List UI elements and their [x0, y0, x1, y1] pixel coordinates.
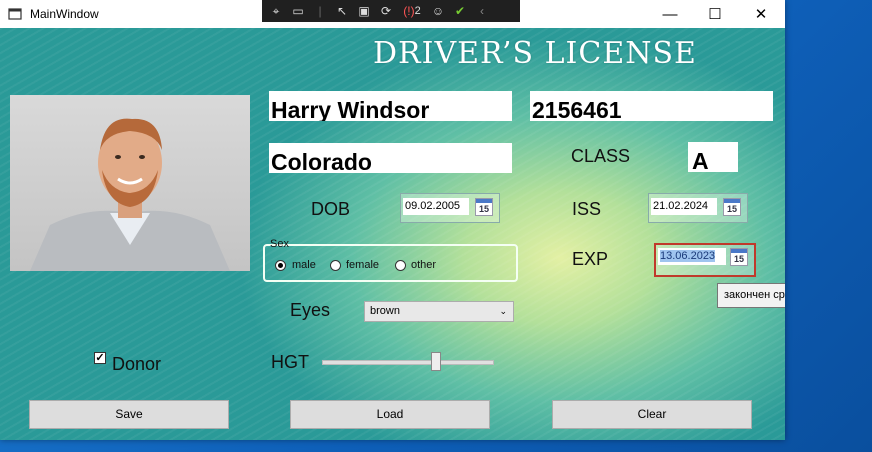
- radio-male[interactable]: [275, 260, 286, 271]
- eyes-select[interactable]: brown ⌄: [364, 301, 514, 322]
- sex-legend: Sex: [270, 238, 289, 250]
- binding-errors-icon[interactable]: (!) 2: [400, 4, 424, 18]
- iss-label: ISS: [572, 199, 602, 219]
- chevron-down-icon: ⌄: [499, 306, 507, 316]
- calendar-icon[interactable]: 15: [475, 198, 493, 216]
- iss-input[interactable]: 21.02.2024: [651, 198, 717, 215]
- class-label: CLASS: [571, 146, 631, 166]
- hot-reload-icon[interactable]: ⟳: [378, 4, 394, 18]
- calendar-icon[interactable]: 15: [730, 248, 748, 266]
- portrait-illustration: [30, 118, 230, 271]
- exp-input-selected-text: 13.06.2023: [660, 250, 716, 262]
- calendar-icon[interactable]: 15: [723, 198, 741, 216]
- minimize-button[interactable]: —: [647, 0, 693, 28]
- donor-checkbox[interactable]: ✓: [94, 352, 106, 364]
- debug-toolbar: ⌖ ▭ | ↖ ▣ ⟳ (!) 2 ☺ ✔ ‹: [262, 0, 520, 22]
- load-button[interactable]: Load: [290, 400, 490, 429]
- close-icon: ✕: [754, 6, 768, 23]
- validation-tooltip: закончен срок действия: [717, 283, 785, 308]
- license-number-field[interactable]: 2156461: [530, 91, 773, 121]
- radio-male-label: male: [292, 259, 316, 271]
- maximize-icon: ☐: [708, 6, 722, 23]
- iss-datepicker[interactable]: 21.02.2024 15: [648, 193, 748, 223]
- dob-label: DOB: [311, 199, 351, 219]
- eyes-select-value: brown: [370, 305, 400, 317]
- donor-label: Donor: [112, 354, 162, 374]
- binding-errors-count: 2: [414, 5, 421, 17]
- hgt-label: HGT: [271, 352, 309, 372]
- license-form: DRIVER’S LICENSE Harry Windsor 2156461 C…: [0, 28, 785, 440]
- app-icon: [8, 8, 22, 20]
- exp-input[interactable]: 13.06.2023: [658, 248, 726, 265]
- name-field[interactable]: Harry Windsor: [269, 91, 512, 121]
- check-icon[interactable]: ✔: [452, 4, 468, 18]
- close-button[interactable]: ✕: [738, 0, 784, 28]
- radio-female[interactable]: [330, 260, 341, 271]
- height-slider-track[interactable]: [322, 360, 494, 365]
- main-window: MainWindow — ☐ ✕ ⌖ ▭ | ↖ ▣ ⟳ (!) 2 ☺ ✔ ‹ …: [0, 0, 785, 440]
- accessibility-icon[interactable]: ☺: [430, 4, 446, 18]
- license-heading: DRIVER’S LICENSE: [373, 36, 697, 71]
- frame-icon[interactable]: ▣: [356, 4, 372, 18]
- exp-datepicker[interactable]: 13.06.2023 15: [654, 243, 756, 277]
- height-slider-thumb[interactable]: [431, 352, 441, 371]
- radio-female-label: female: [346, 259, 380, 271]
- radio-other[interactable]: [395, 260, 406, 271]
- eyes-label: Eyes: [290, 300, 331, 320]
- class-field[interactable]: A: [688, 142, 738, 172]
- minimize-icon: —: [662, 5, 678, 23]
- collapse-icon[interactable]: ‹: [474, 4, 490, 18]
- dob-input[interactable]: 09.02.2005: [403, 198, 469, 215]
- separator-icon: |: [318, 4, 322, 18]
- save-button[interactable]: Save: [29, 400, 229, 429]
- radio-other-label: other: [411, 259, 437, 271]
- portrait-photo: [10, 95, 250, 271]
- video-icon[interactable]: ▭: [290, 4, 306, 18]
- select-element-icon[interactable]: ⌖: [268, 4, 284, 18]
- clear-button[interactable]: Clear: [552, 400, 752, 429]
- pointer-icon[interactable]: ↖: [334, 4, 350, 18]
- state-field[interactable]: Colorado: [269, 143, 512, 173]
- window-title: MainWindow: [30, 7, 99, 21]
- dob-datepicker[interactable]: 09.02.2005 15: [400, 193, 500, 223]
- maximize-button[interactable]: ☐: [692, 0, 738, 28]
- checkmark-icon: ✓: [95, 352, 105, 364]
- exp-label: EXP: [572, 249, 609, 269]
